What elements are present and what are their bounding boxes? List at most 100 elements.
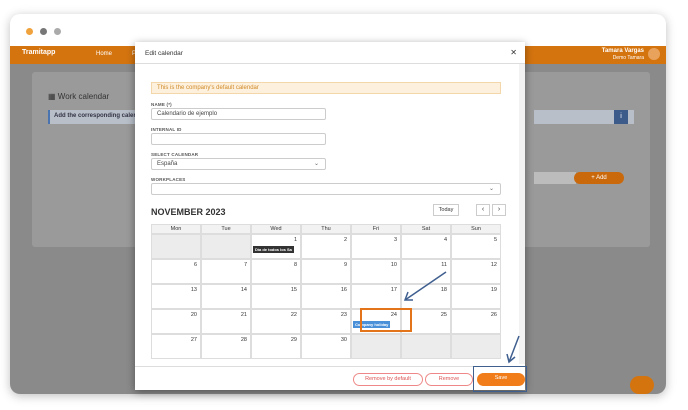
day-cell[interactable]: 8 xyxy=(251,259,301,284)
search-box[interactable] xyxy=(534,172,576,184)
day-cell[interactable]: 7 xyxy=(201,259,251,284)
remove-by-default-button[interactable]: Remove by default xyxy=(353,373,423,386)
day-cell[interactable]: 12 xyxy=(451,259,501,284)
day-cell[interactable]: 27 xyxy=(151,334,201,359)
day-number: 20 xyxy=(190,312,197,318)
select-calendar-dropdown[interactable]: España ⌄ xyxy=(151,158,326,170)
day-number: 9 xyxy=(343,262,347,268)
day-number: 26 xyxy=(490,312,497,318)
day-cell[interactable]: 20 xyxy=(151,309,201,334)
user-company: Demo Tamara xyxy=(612,55,644,61)
day-number: 25 xyxy=(440,312,447,318)
day-number: 18 xyxy=(440,287,447,293)
day-cell[interactable]: 10 xyxy=(351,259,401,284)
day-cell[interactable]: 14 xyxy=(201,284,251,309)
remove-button[interactable]: Remove xyxy=(425,373,473,386)
day-cell[interactable]: 30 xyxy=(301,334,351,359)
default-calendar-alert: This is the company's default calendar xyxy=(151,82,501,94)
user-info[interactable]: Tamara Vargas Demo Tamara xyxy=(602,48,644,62)
day-number: 27 xyxy=(190,337,197,343)
nav-home[interactable]: Home xyxy=(96,51,112,57)
close-icon[interactable]: ✕ xyxy=(510,48,517,57)
day-number: 17 xyxy=(390,287,397,293)
day-number: 7 xyxy=(243,262,247,268)
day-cell[interactable]: 17 xyxy=(351,284,401,309)
add-label: Add xyxy=(596,175,607,181)
day-number: 28 xyxy=(240,337,247,343)
day-cell[interactable]: 16 xyxy=(301,284,351,309)
info-icon[interactable]: i xyxy=(614,110,628,124)
prev-month-button[interactable]: ‹ xyxy=(476,204,490,216)
page-title-text: Work calendar xyxy=(57,92,110,101)
day-cell[interactable] xyxy=(451,334,501,359)
internal-id-label: INTERNAL ID xyxy=(151,127,182,132)
day-cell[interactable]: 6 xyxy=(151,259,201,284)
day-number: 30 xyxy=(340,337,347,343)
day-number: 29 xyxy=(290,337,297,343)
add-button[interactable]: + Add xyxy=(574,172,624,184)
day-number: 5 xyxy=(493,237,497,243)
day-number: 12 xyxy=(490,262,497,268)
select-calendar-label: SELECT CALENDAR xyxy=(151,152,199,157)
weekday-header: Mon xyxy=(151,224,201,234)
name-label: NAME (*) xyxy=(151,102,172,107)
day-number: 4 xyxy=(443,237,447,243)
internal-id-input[interactable] xyxy=(151,133,326,145)
select-calendar-value: España xyxy=(157,161,178,167)
day-cell[interactable] xyxy=(201,234,251,259)
day-cell[interactable] xyxy=(351,334,401,359)
day-number: 22 xyxy=(290,312,297,318)
day-cell[interactable]: 11 xyxy=(401,259,451,284)
day-number: 15 xyxy=(290,287,297,293)
next-month-button[interactable]: › xyxy=(492,204,506,216)
day-cell[interactable]: 29 xyxy=(251,334,301,359)
day-cell[interactable]: 3 xyxy=(351,234,401,259)
chat-icon[interactable] xyxy=(630,376,654,394)
maximize-dot[interactable] xyxy=(54,28,61,35)
brand-logo[interactable]: Tramitapp xyxy=(22,49,55,56)
day-cell[interactable]: 13 xyxy=(151,284,201,309)
day-number: 19 xyxy=(490,287,497,293)
day-cell[interactable] xyxy=(151,234,201,259)
day-cell[interactable]: 18 xyxy=(401,284,451,309)
close-dot[interactable] xyxy=(26,28,33,35)
day-number: 2 xyxy=(343,237,347,243)
info-banner: Add the corresponding calen xyxy=(48,110,148,124)
chevron-down-icon: ⌄ xyxy=(488,186,494,192)
event-badge[interactable]: Día de todos los Sa xyxy=(253,246,294,253)
day-number: 1 xyxy=(293,237,297,243)
scrollbar[interactable] xyxy=(519,64,525,364)
user-name: Tamara Vargas xyxy=(601,48,644,54)
workplaces-label: WORKPLACES xyxy=(151,177,186,182)
day-cell[interactable]: 23 xyxy=(301,309,351,334)
day-cell[interactable]: 22 xyxy=(251,309,301,334)
chevron-down-icon: ⌄ xyxy=(313,161,319,167)
day-number: 14 xyxy=(240,287,247,293)
weekday-header: Sat xyxy=(401,224,451,234)
month-title: NOVEMBER 2023 xyxy=(151,207,226,217)
day-number: 16 xyxy=(340,287,347,293)
day-cell[interactable]: 1 Día de todos los Sa xyxy=(251,234,301,259)
day-number: 6 xyxy=(193,262,197,268)
day-number: 13 xyxy=(190,287,197,293)
day-cell[interactable]: 28 xyxy=(201,334,251,359)
day-cell[interactable] xyxy=(401,334,451,359)
day-cell[interactable]: 21 xyxy=(201,309,251,334)
day-cell[interactable]: 2 xyxy=(301,234,351,259)
workplaces-dropdown[interactable]: ⌄ xyxy=(151,183,501,195)
day-cell[interactable]: 26 xyxy=(451,309,501,334)
day-cell[interactable]: 4 xyxy=(401,234,451,259)
weekday-header: Fri xyxy=(351,224,401,234)
avatar[interactable] xyxy=(648,48,660,60)
save-highlight xyxy=(473,366,527,392)
day-cell[interactable]: 19 xyxy=(451,284,501,309)
minimize-dot[interactable] xyxy=(40,28,47,35)
day-cell[interactable]: 15 xyxy=(251,284,301,309)
day-cell[interactable]: 9 xyxy=(301,259,351,284)
page-title: ▦ Work calendar xyxy=(48,92,109,101)
edit-calendar-modal: Edit calendar ✕ This is the company's de… xyxy=(135,42,525,390)
holiday-highlight xyxy=(360,308,412,332)
name-input[interactable]: Calendario de ejemplo xyxy=(151,108,326,120)
today-button[interactable]: Today xyxy=(433,204,459,216)
day-cell[interactable]: 5 xyxy=(451,234,501,259)
